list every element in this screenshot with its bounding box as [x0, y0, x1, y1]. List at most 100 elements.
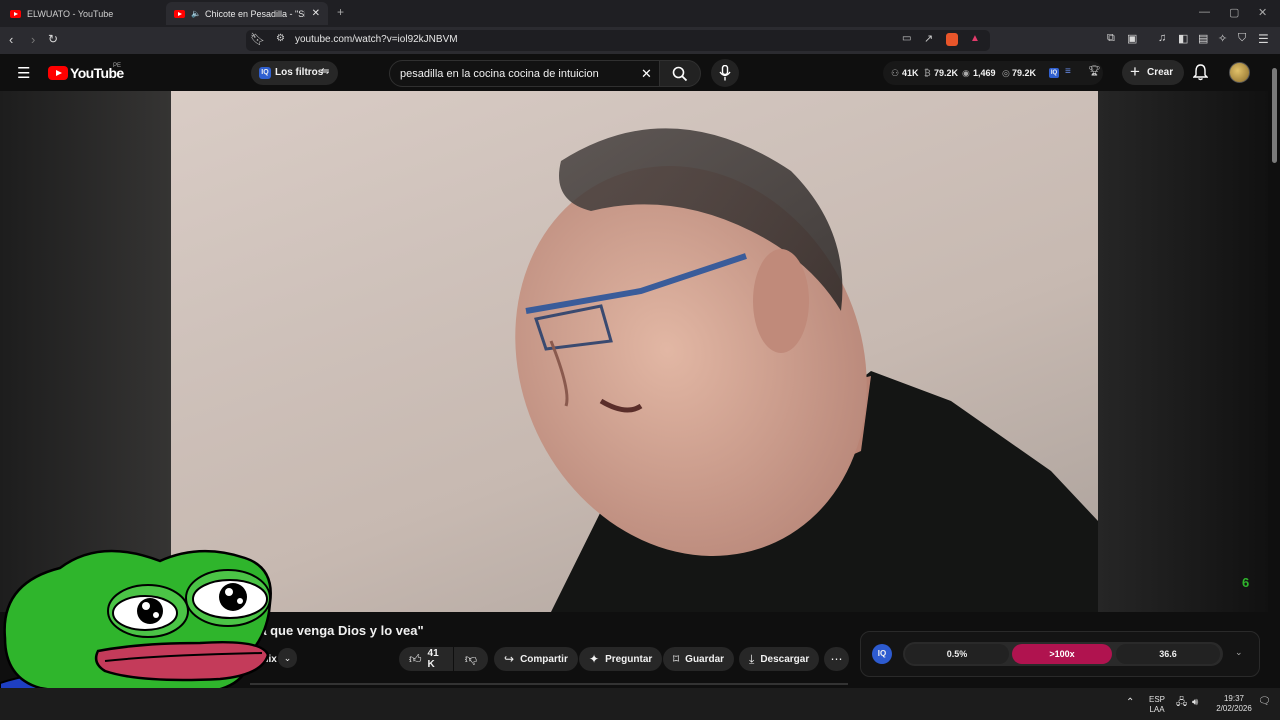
tab-chicote[interactable]: 🔈 Chicote en Pesadilla - "Si est ✕ — [166, 2, 328, 25]
new-tab-button[interactable]: + — [337, 5, 344, 19]
thumbs-down-icon: 👎︎ — [464, 651, 478, 666]
dislike-button[interactable]: 👎︎ — [454, 647, 488, 671]
site-info-icon[interactable]: ⚙︎ — [276, 33, 285, 44]
plus-icon: + — [1130, 62, 1140, 81]
ask-button[interactable]: ✦ Preguntar — [579, 647, 663, 671]
bookmark-icon[interactable]: 🔖︎ — [250, 32, 265, 46]
video-title: ca que venga Dios y lo vea" — [252, 623, 424, 638]
avatar[interactable] — [1229, 62, 1250, 83]
search-icon — [672, 66, 688, 82]
menu-icon[interactable]: ☰ — [1258, 32, 1269, 46]
clock[interactable]: 19:37 2/02/2026 — [1212, 694, 1256, 714]
download-label: Descargar — [760, 653, 810, 665]
notification-center-icon[interactable]: 🗨︎ — [1258, 697, 1271, 707]
url-text: youtube.com/watch?v=iol92kJNBVM — [295, 34, 458, 45]
tab-title: ELWUATO - YouTube — [27, 8, 114, 19]
tray-chevron-icon[interactable]: ⌃ — [1126, 698, 1134, 708]
more-actions-button[interactable]: ⋯ — [824, 647, 849, 671]
screenshot-icon[interactable]: ▣ — [1127, 32, 1137, 45]
brave-rewards-icon[interactable]: ▲ — [970, 33, 980, 44]
filters-label: Los filtros — [275, 67, 324, 78]
iq-value-score[interactable]: 36.6 — [1116, 644, 1220, 664]
extensions-icon[interactable]: ⧉ — [1107, 32, 1115, 45]
leo-ai-icon[interactable]: ✧ — [1218, 32, 1227, 45]
tab-title: Chicote en Pesadilla - "Si est — [204, 8, 305, 19]
os-taskbar: ⌃ ESP LAA 🖧︎ 🔊︎ 19:37 2/02/2026 🗨︎ — [0, 688, 1280, 720]
download-icon: ⤓ — [749, 651, 755, 666]
watch-icon: ◎ — [1002, 68, 1010, 78]
eye-icon: ◉ — [962, 68, 970, 78]
ambient-left — [0, 91, 171, 612]
tab-elwuato[interactable]: ELWUATO - YouTube — [2, 2, 162, 25]
share-icon[interactable]: ↗ — [924, 32, 933, 45]
stat-watch: 79.2K — [1012, 68, 1037, 78]
sidebar-icon[interactable]: ◧ — [1178, 32, 1188, 45]
video-player[interactable] — [171, 91, 1098, 612]
notifications-bell-icon[interactable] — [1193, 64, 1208, 81]
close-tab-icon[interactable]: ✕ — [312, 8, 320, 19]
hamburger-menu-icon[interactable]: ☰ — [17, 64, 30, 82]
like-count: 41 K — [427, 648, 439, 670]
iq-badge[interactable]: IQ — [872, 644, 892, 664]
iq-badge-icon: IQ — [259, 67, 271, 79]
youtube-favicon-icon — [174, 9, 185, 18]
brave-shield-icon[interactable] — [946, 33, 958, 46]
views-icon: ₿ — [924, 68, 931, 78]
ask-label: Preguntar — [605, 653, 653, 665]
back-icon[interactable]: ‹ — [9, 32, 13, 47]
like-button[interactable]: 👍︎ 41 K — [399, 647, 453, 671]
sliders-icon: ⇋ — [321, 66, 330, 77]
language-indicator[interactable]: ESP LAA — [1145, 695, 1169, 715]
search-button[interactable] — [659, 60, 701, 87]
search-input[interactable]: pesadilla en la cocina cocina de intuici… — [389, 60, 660, 87]
browser-tab-strip: ELWUATO - YouTube 🔈 Chicote en Pesadilla… — [0, 0, 1280, 27]
minimize-button[interactable]: — — [1199, 6, 1210, 18]
chevron-down-icon[interactable]: ⌄ — [278, 648, 297, 668]
cast-icon[interactable]: ▭ — [902, 33, 911, 44]
save-label: Guardar — [685, 653, 725, 665]
youtube-header: ☰ YouTube PE IQ Los filtros ⇋ pesadilla … — [0, 54, 1280, 91]
lang-top: ESP — [1148, 695, 1165, 704]
volume-icon[interactable]: 🔊︎ — [1192, 698, 1198, 708]
save-button[interactable]: ⌑ Guardar — [663, 647, 735, 671]
forward-icon[interactable]: › — [31, 32, 35, 47]
list-icon[interactable]: ≡ — [1065, 66, 1071, 77]
youtube-favicon-icon — [10, 9, 21, 18]
iq-value-multiplier[interactable]: >100x — [1012, 644, 1112, 664]
search-query: pesadilla en la cocina cocina de intuici… — [400, 68, 599, 80]
ambient-right — [1098, 91, 1268, 612]
browser-toolbar: ‹ › ↻ 🔖︎ ⚙︎ youtube.com/watch?v=iol92kJN… — [0, 27, 1280, 54]
person-icon: ⚇ — [891, 68, 900, 78]
sparkle-icon: ✦ — [589, 652, 600, 666]
clear-search-icon[interactable]: ✕ — [641, 66, 652, 82]
share-arrow-icon: ↪ — [504, 652, 515, 666]
youtube-logo-icon[interactable] — [48, 66, 68, 80]
voice-search-button[interactable] — [711, 59, 739, 87]
network-icon[interactable]: 🖧︎ — [1176, 698, 1187, 708]
maximize-button[interactable]: ▢ — [1229, 6, 1239, 19]
reload-icon[interactable]: ↻ — [48, 32, 58, 46]
iq-panel: IQ 0.5% >100x 36.6 ⌄ — [860, 631, 1260, 677]
share-button[interactable]: ↪ Compartir — [494, 647, 578, 671]
scrollbar-thumb[interactable] — [1272, 68, 1277, 163]
channel-watermark-icon: 6 — [1242, 575, 1250, 590]
wallet-icon[interactable]: ▤ — [1198, 32, 1208, 45]
stat-subscribers: 41K — [902, 68, 919, 78]
vpn-shield-icon[interactable]: ⛉ — [1238, 32, 1246, 45]
trophy-icon[interactable]: 🏆︎ — [1088, 66, 1101, 77]
microphone-icon — [719, 65, 731, 81]
download-button[interactable]: ⤓ Descargar — [739, 647, 820, 671]
expand-chevron-icon[interactable]: ⌄ — [1235, 647, 1243, 658]
video-frame — [515, 128, 1098, 612]
iq-value-percent[interactable]: 0.5% — [905, 644, 1009, 664]
lang-bottom: LAA — [1149, 705, 1165, 714]
region-code: PE — [113, 63, 122, 69]
media-icon[interactable]: ♫ — [1158, 32, 1166, 44]
iq-small-icon[interactable]: IQ — [1049, 68, 1059, 78]
close-window-button[interactable]: ✕ — [1258, 6, 1267, 19]
create-button[interactable]: + Crear — [1122, 60, 1184, 85]
divider — [250, 683, 848, 685]
filters-button[interactable]: IQ Los filtros ⇋ — [251, 61, 338, 85]
address-bar[interactable]: 🔖︎ ⚙︎ youtube.com/watch?v=iol92kJNBVM ▭ … — [246, 30, 990, 51]
stat-count: 1,469 — [973, 68, 996, 78]
